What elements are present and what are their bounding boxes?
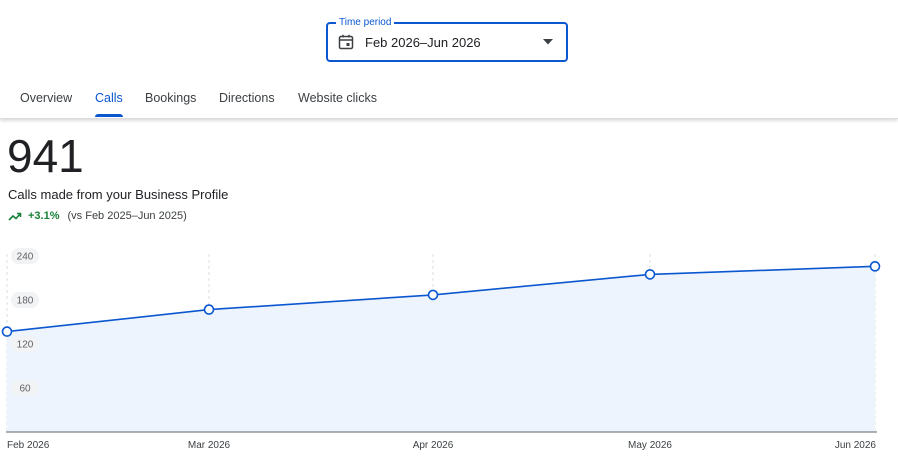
time-period-select[interactable]: Time period Feb 2026–Jun 2026 — [326, 16, 568, 62]
data-point — [203, 304, 215, 315]
x-tick-label: May 2026 — [628, 440, 672, 451]
y-tick-label: 60 — [19, 384, 31, 395]
tab-directions[interactable]: Directions — [219, 80, 275, 117]
performance-calls-page: Time period Feb 2026–Jun 2026 Overview C… — [0, 0, 898, 466]
x-tick-label: Apr 2026 — [413, 440, 454, 451]
time-period-value: Feb 2026–Jun 2026 — [365, 34, 481, 50]
trend-comparison: (vs Feb 2025–Jun 2025) — [67, 210, 187, 222]
y-tick-label: 120 — [17, 340, 34, 351]
trend-change: +3.1% — [28, 210, 60, 222]
tab-overview[interactable]: Overview — [20, 80, 72, 117]
data-point — [1, 326, 13, 337]
tab-bookings[interactable]: Bookings — [145, 80, 196, 117]
time-period-label: Time period — [336, 16, 395, 30]
y-tick-label: 240 — [17, 252, 34, 263]
trending-up-icon — [8, 212, 22, 221]
calls-description: Calls made from your Business Profile — [8, 187, 229, 202]
calendar-icon — [337, 33, 355, 51]
area-fill — [7, 266, 875, 432]
data-point — [644, 269, 656, 280]
data-point — [427, 289, 439, 301]
trend-summary: +3.1% (vs Feb 2025–Jun 2025) — [8, 209, 187, 223]
data-point — [869, 261, 881, 272]
tab-website-clicks[interactable]: Website clicks — [298, 80, 377, 117]
x-tick-label: Mar 2026 — [188, 440, 231, 451]
calls-chart: 60 120 180 240 Feb 2026 Mar 2026 Apr 2026 May 2… — [1, 248, 881, 451]
x-tick-label: Jun 2026 — [835, 440, 877, 451]
calls-total: 941 — [7, 130, 84, 182]
y-tick-label: 180 — [17, 296, 34, 307]
x-tick-label: Feb 2026 — [7, 440, 50, 451]
tab-calls[interactable]: Calls — [95, 80, 123, 117]
metrics-tab-bar: Overview Calls Bookings Directions Websi… — [0, 80, 898, 119]
dropdown-caret-icon — [542, 36, 554, 48]
